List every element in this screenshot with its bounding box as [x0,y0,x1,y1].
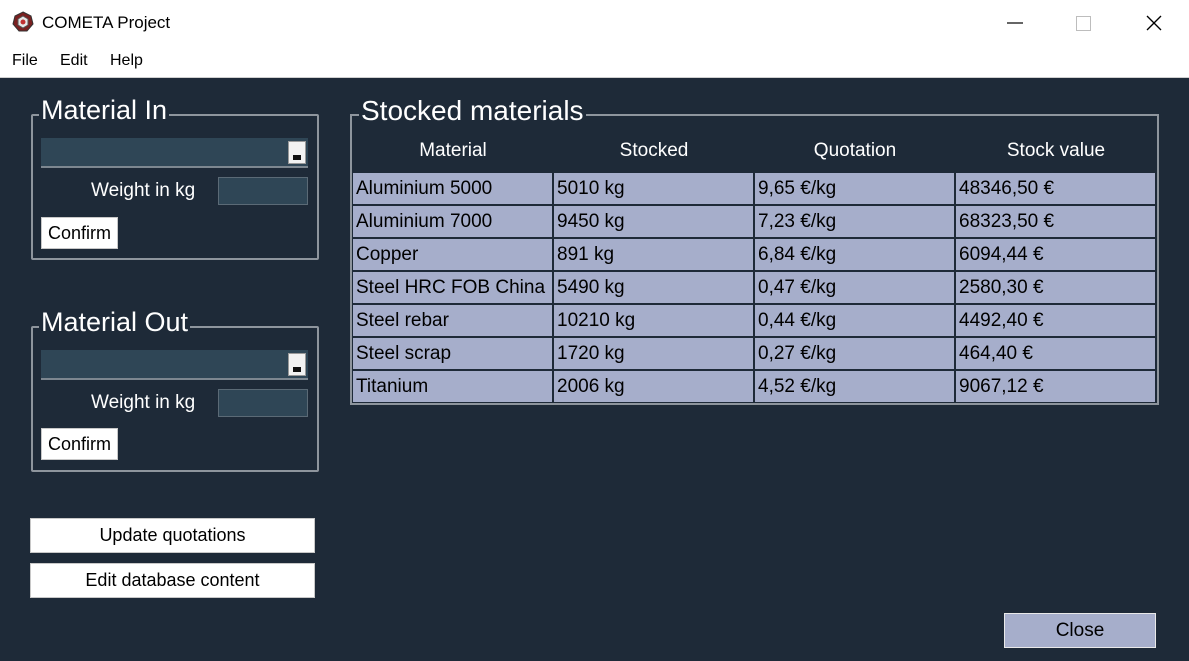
update-quotations-button[interactable]: Update quotations [30,518,315,553]
table-cell-material: Aluminium 5000 [353,173,552,204]
material-out-weight-input[interactable] [218,389,308,417]
table-cell-material: Titanium [353,371,552,402]
maximize-button[interactable] [1048,0,1118,46]
app-logo-icon [12,11,34,32]
menu-file[interactable]: File [12,52,38,70]
material-out-confirm-button[interactable]: Confirm [41,428,118,460]
table-cell-material: Steel scrap [353,338,552,369]
table-cell-material: Copper [353,239,552,270]
material-in-title: Material In [39,94,170,126]
table-cell-quotation: 0,47 €/kg [755,272,954,303]
table-cell-stocked: 1720 kg [554,338,753,369]
close-icon [1146,15,1162,31]
table-cell-material: Aluminium 7000 [353,206,552,237]
close-button[interactable]: Close [1004,613,1156,648]
minimize-icon [1007,22,1023,24]
material-in-weight-input[interactable] [218,177,308,205]
table-cell-quotation: 9,65 €/kg [755,173,954,204]
chevron-down-icon[interactable] [288,141,306,164]
table-cell-stocked: 5490 kg [554,272,753,303]
table-cell-stock-value: 9067,12 € [956,371,1155,402]
column-header-stock-value: Stock value [1006,140,1106,161]
table-cell-stocked: 891 kg [554,239,753,270]
table-cell-material: Steel rebar [353,305,552,336]
table-cell-stocked: 9450 kg [554,206,753,237]
table-cell-quotation: 6,84 €/kg [755,239,954,270]
column-header-material: Material [419,140,487,161]
column-header-stocked: Stocked [619,140,689,161]
menu-edit[interactable]: Edit [60,52,88,70]
title-bar: COMETA Project [0,0,1189,46]
material-out-weight-label: Weight in kg [91,392,196,413]
table-cell-stocked: 10210 kg [554,305,753,336]
menu-bar: File Edit Help [0,46,1189,78]
table-cell-stock-value: 6094,44 € [956,239,1155,270]
table-cell-quotation: 0,44 €/kg [755,305,954,336]
material-in-select[interactable] [41,138,308,168]
table-cell-stock-value: 68323,50 € [956,206,1155,237]
table-cell-material: Steel HRC FOB China [353,272,552,303]
column-header-quotation: Quotation [813,140,897,161]
table-cell-quotation: 0,27 €/kg [755,338,954,369]
table-cell-stock-value: 4492,40 € [956,305,1155,336]
material-out-select[interactable] [41,350,308,380]
main-panel: Material In Weight in kg Confirm Materia… [0,78,1189,661]
table-cell-stocked: 2006 kg [554,371,753,402]
material-out-title: Material Out [39,306,191,338]
table-cell-quotation: 7,23 €/kg [755,206,954,237]
edit-database-button[interactable]: Edit database content [30,563,315,598]
material-in-confirm-button[interactable]: Confirm [41,217,118,249]
menu-help[interactable]: Help [110,52,143,70]
chevron-down-icon[interactable] [288,353,306,376]
stocked-materials-title: Stocked materials [359,95,586,127]
table-cell-quotation: 4,52 €/kg [755,371,954,402]
table-cell-stocked: 5010 kg [554,173,753,204]
table-cell-stock-value: 464,40 € [956,338,1155,369]
material-in-weight-label: Weight in kg [91,180,196,201]
maximize-icon [1076,16,1091,31]
minimize-button[interactable] [980,0,1050,46]
table-cell-stock-value: 48346,50 € [956,173,1155,204]
window-title: COMETA Project [42,13,171,32]
close-window-button[interactable] [1119,0,1189,46]
table-cell-stock-value: 2580,30 € [956,272,1155,303]
